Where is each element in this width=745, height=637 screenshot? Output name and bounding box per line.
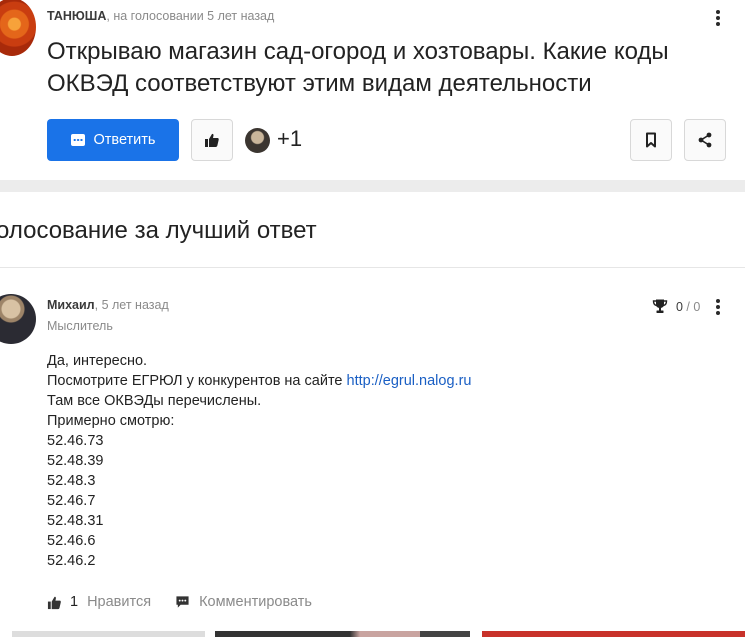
answer-actions: 1 Нравится Комментировать — [47, 594, 312, 610]
share-icon — [698, 132, 712, 148]
score-value: 0 — [676, 300, 683, 314]
question-time: , на голосовании 5 лет назад — [106, 9, 275, 23]
comment-button[interactable]: Комментировать — [199, 594, 312, 610]
question-author-avatar[interactable] — [0, 0, 36, 56]
okved-code: 52.46.2 — [47, 553, 96, 569]
share-button[interactable] — [684, 119, 726, 161]
answer-line: Посмотрите ЕГРЮЛ у конкурентов на сайте … — [47, 371, 687, 391]
likes-count: 1 — [70, 594, 79, 610]
answer-line-text: Посмотрите ЕГРЮЛ у конкурентов на сайте — [47, 373, 347, 389]
okved-code: 52.48.31 — [47, 513, 104, 529]
thumbs-up-icon[interactable] — [47, 595, 62, 610]
section-divider — [0, 180, 745, 192]
okved-code: 52.46.73 — [47, 433, 104, 449]
egrul-link[interactable]: http://egrul.nalog.ru — [347, 373, 472, 389]
trophy-icon — [652, 299, 668, 313]
thumbs-up-icon — [205, 133, 219, 147]
comment-icon[interactable] — [175, 595, 190, 609]
answer-time: , 5 лет назад — [94, 298, 169, 312]
chat-icon — [70, 134, 85, 146]
answer-button-label: Ответить — [93, 132, 156, 148]
next-content-strip — [0, 631, 745, 637]
answer-author-avatar[interactable] — [0, 294, 36, 344]
okved-code: 52.48.3 — [47, 473, 96, 489]
section-title: олосование за лучший ответ — [0, 217, 317, 244]
question-author-name[interactable]: ТАНЮША — [47, 9, 106, 23]
okved-code: 52.46.6 — [47, 533, 96, 549]
like-button[interactable]: Нравится — [87, 594, 151, 610]
answer-author-rank: Мыслитель — [47, 319, 113, 333]
score-total: 0 — [693, 300, 701, 314]
question-title: Открываю магазин сад-огород и хозтовары.… — [47, 38, 669, 97]
answer-line: Там все ОКВЭДы перечислены. — [47, 393, 262, 409]
vote-score: 0 / 0 — [676, 300, 700, 314]
answer-more-icon[interactable] — [716, 299, 720, 317]
answer-author-name[interactable]: Михаил — [47, 298, 95, 312]
answer-meta: Михаил, 5 лет назад — [47, 298, 169, 312]
okved-code: 52.46.7 — [47, 493, 96, 509]
answer-line: Примерно смотрю: — [47, 413, 175, 429]
question-more-icon[interactable] — [716, 10, 720, 28]
participant-avatar[interactable] — [245, 128, 270, 153]
answer-line: Да, интересно. — [47, 353, 148, 369]
question-meta: ТАНЮША, на голосовании 5 лет назад — [47, 9, 274, 23]
like-question-button[interactable] — [191, 119, 233, 161]
score-separator: / — [682, 300, 694, 314]
bookmark-icon — [646, 132, 656, 148]
divider — [0, 267, 745, 268]
participants-count[interactable]: +1 — [277, 126, 302, 152]
okved-code: 52.48.39 — [47, 453, 104, 469]
answer-button[interactable]: Ответить — [47, 119, 179, 161]
bookmark-button[interactable] — [630, 119, 672, 161]
answer-body: Да, интересно. Посмотрите ЕГРЮЛ у конкур… — [47, 351, 687, 571]
